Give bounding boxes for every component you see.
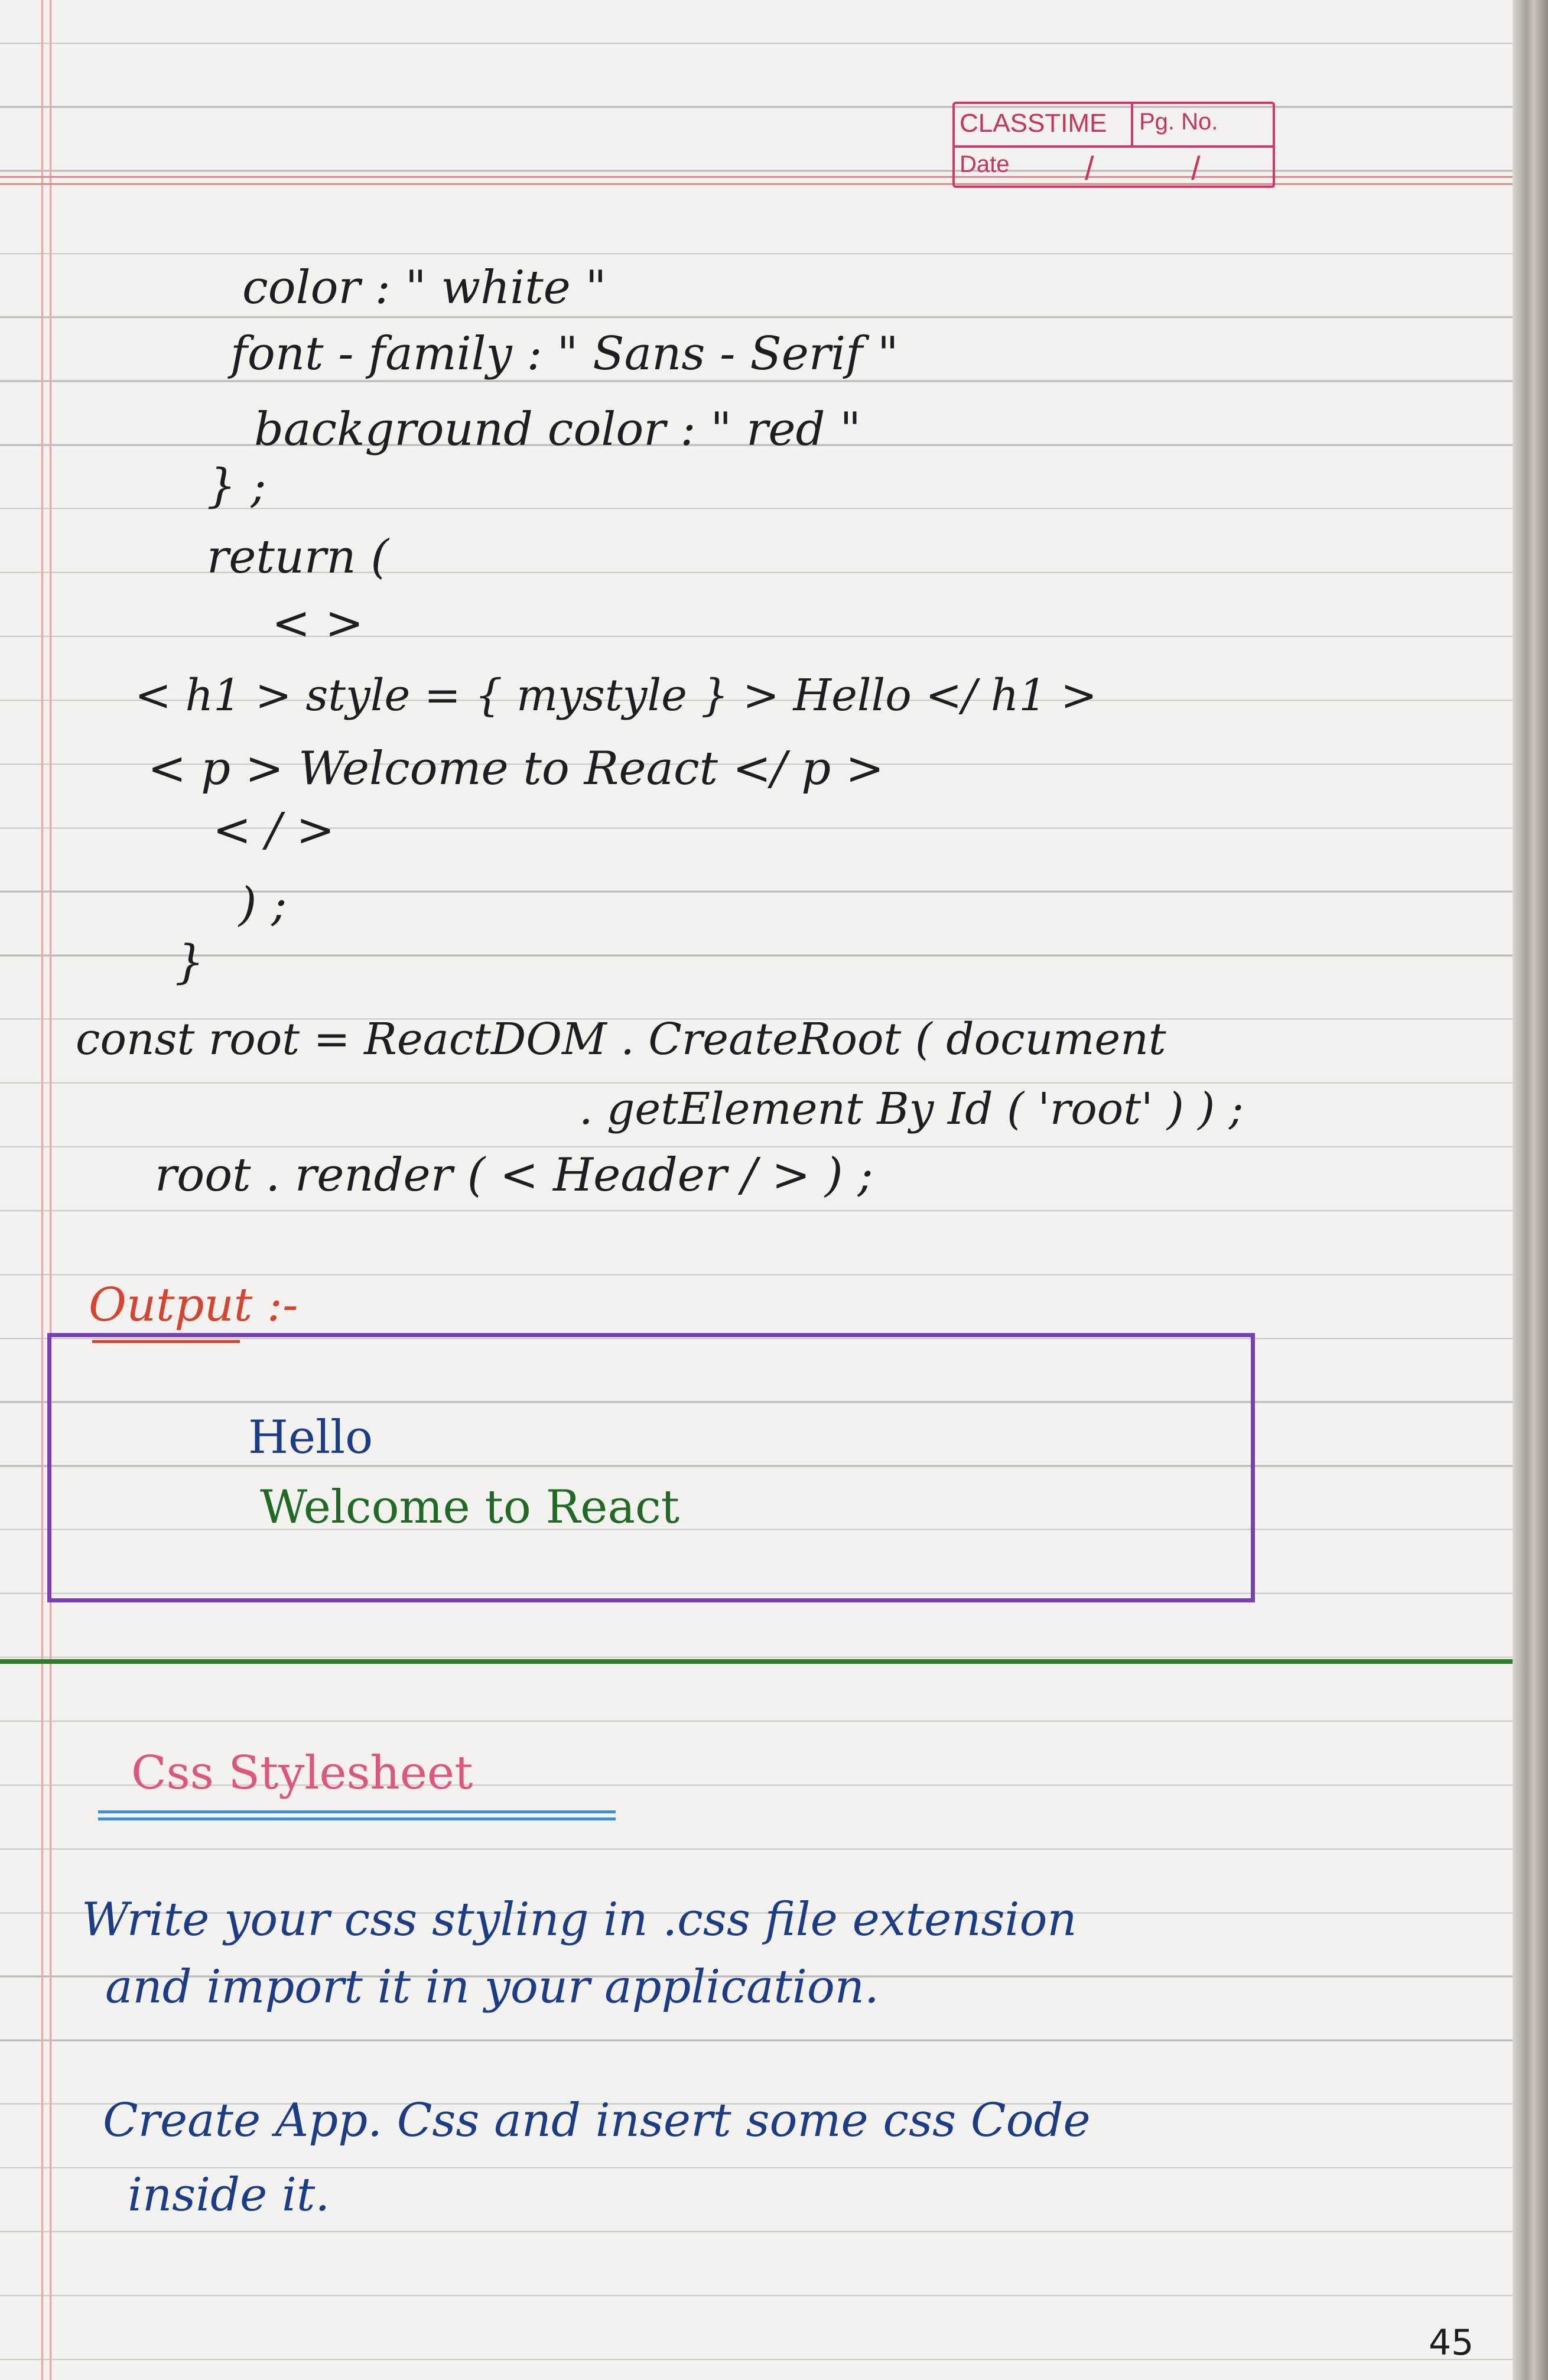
paragraph-line: Write your css styling in .css file exte… — [82, 1893, 1077, 1946]
code-line: } — [175, 936, 204, 989]
header-rule-1 — [0, 176, 1513, 178]
brand-label: CLASSTIME — [960, 109, 1107, 138]
date-separator: / — [1191, 149, 1201, 187]
heading-underline — [98, 1817, 616, 1820]
heading-underline — [98, 1810, 616, 1813]
page-edge-stack — [1513, 0, 1548, 2380]
output-heading: Hello — [248, 1411, 373, 1464]
code-line: return ( — [207, 531, 389, 584]
output-paragraph: Welcome to React — [260, 1481, 679, 1534]
code-line: < / > — [213, 804, 335, 857]
paragraph-line: Create App. Css and insert some css Code — [103, 2094, 1091, 2147]
margin-line-left-1 — [41, 0, 43, 2380]
section-heading: Css Stylesheet — [131, 1747, 473, 1800]
code-line: const root = ReactDOM . CreateRoot ( doc… — [76, 1014, 1166, 1065]
code-line: } ; — [207, 460, 266, 513]
code-line: color : " white " — [242, 261, 607, 314]
section-divider — [0, 1659, 1513, 1664]
header-box-divider-horizontal — [955, 145, 1273, 148]
output-label: Output :- — [89, 1279, 298, 1332]
code-line: ) ; — [239, 878, 287, 931]
header-box-divider-vertical — [1131, 104, 1133, 145]
code-line: < h1 > style = { mystyle } > Hello </ h1… — [135, 670, 1098, 721]
notebook-page: CLASSTIME Pg. No. Date / / color : " whi… — [0, 0, 1513, 2380]
paragraph-line: and import it in your application. — [105, 1960, 879, 2014]
output-box — [47, 1333, 1255, 1602]
margin-line-left-2 — [50, 0, 51, 2380]
date-label: Date — [960, 151, 1010, 177]
code-line: font - family : " Sans - Serif " — [230, 327, 899, 381]
code-line: . getElement By Id ( 'root' ) ) ; — [579, 1084, 1244, 1134]
header-rule-2 — [0, 183, 1513, 185]
page-no-label: Pg. No. — [1139, 109, 1218, 135]
date-separator: / — [1085, 149, 1094, 187]
page-number: 45 — [1429, 2322, 1474, 2363]
code-line: < > — [272, 597, 364, 650]
code-line: < p > Welcome to React </ p > — [148, 742, 884, 795]
code-line: background color : " red " — [254, 403, 861, 456]
classtime-header-box: CLASSTIME Pg. No. Date / / — [952, 102, 1275, 188]
code-line: root . render ( < Header / > ) ; — [155, 1149, 873, 1202]
paragraph-line: inside it. — [128, 2168, 330, 2222]
